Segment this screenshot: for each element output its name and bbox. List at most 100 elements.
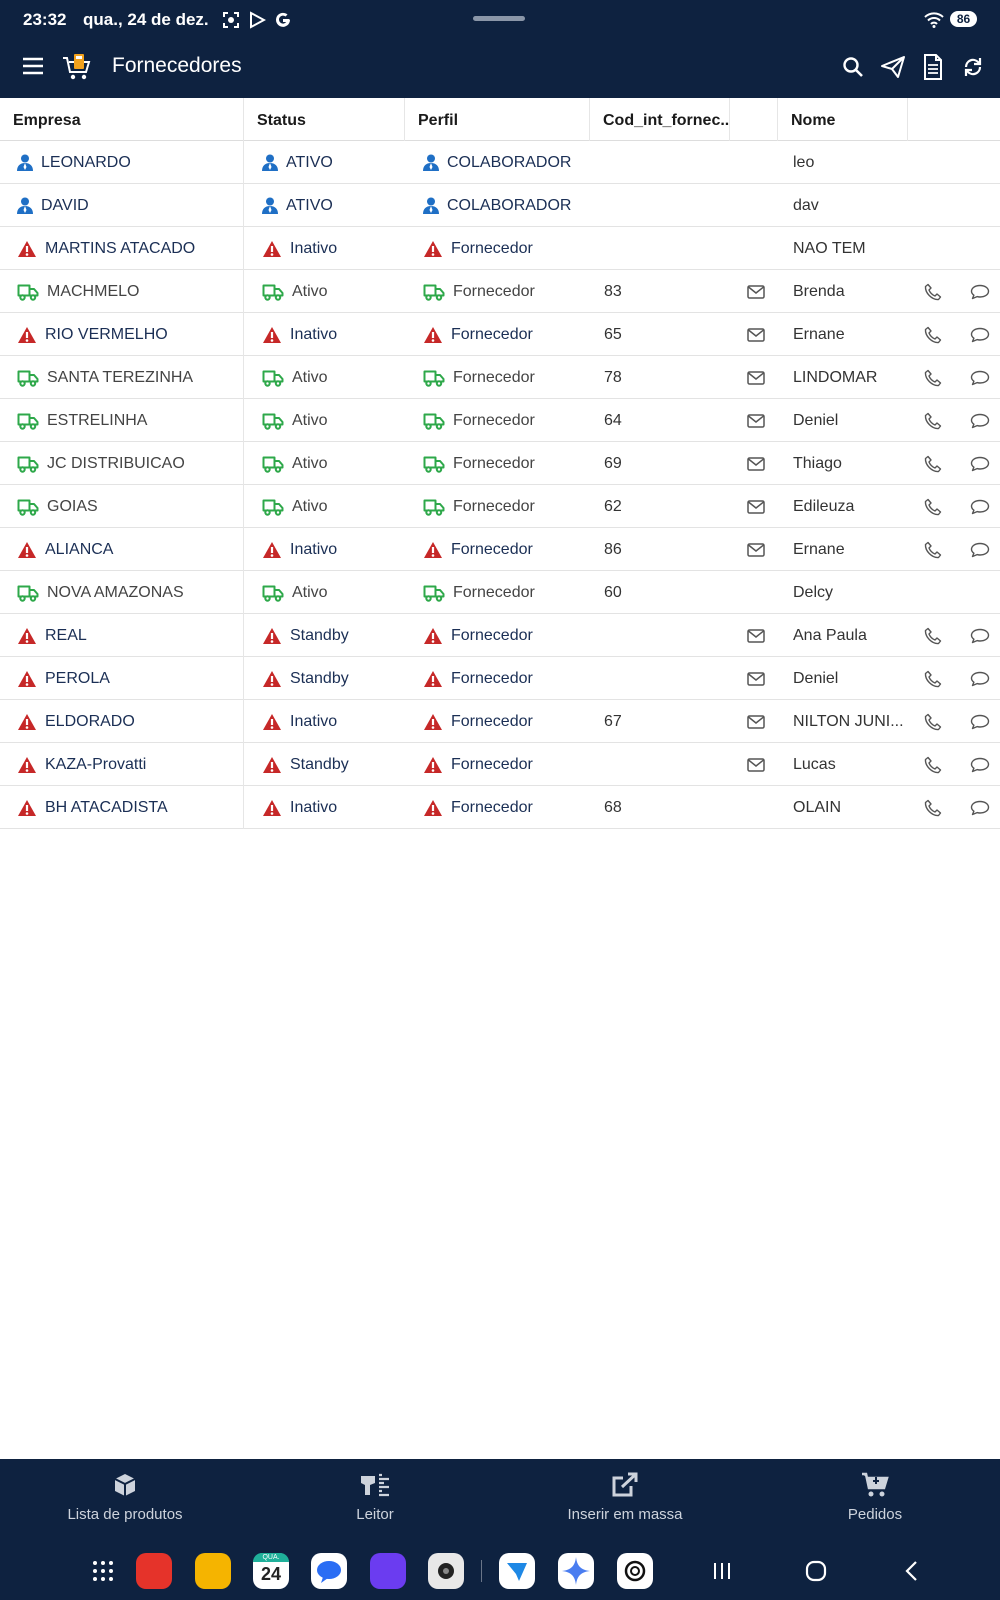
nav-pedidos[interactable]: Pedidos: [750, 1459, 1000, 1544]
cell-status[interactable]: Ativo: [244, 270, 405, 313]
chat-icon[interactable]: [966, 743, 994, 786]
cell-nome[interactable]: Brenda: [780, 270, 905, 313]
table-row[interactable]: MARTINS ATACADO Inativo Fornecedor NAO T…: [0, 227, 1000, 270]
table-row[interactable]: GOIAS Ativo Fornecedor 62 Edileuza: [0, 485, 1000, 528]
cell-nome[interactable]: OLAIN: [780, 786, 905, 829]
table-row[interactable]: ELDORADO Inativo Fornecedor 67 NILTON JU…: [0, 700, 1000, 743]
cell-cod-int[interactable]: 62: [590, 485, 730, 528]
cell-cod-int[interactable]: 60: [590, 571, 730, 614]
email-icon[interactable]: [744, 313, 768, 356]
email-icon[interactable]: [744, 485, 768, 528]
cell-empresa[interactable]: ALIANCA: [0, 528, 244, 571]
cell-empresa[interactable]: DAVID: [0, 184, 244, 227]
cell-cod-int[interactable]: 68: [590, 786, 730, 829]
cell-cod-int[interactable]: 65: [590, 313, 730, 356]
cell-empresa[interactable]: GOIAS: [0, 485, 244, 528]
cell-perfil[interactable]: COLABORADOR: [405, 141, 590, 184]
cell-nome[interactable]: Ana Paula: [780, 614, 905, 657]
cell-empresa[interactable]: JC DISTRIBUICAO: [0, 442, 244, 485]
search-button[interactable]: [840, 52, 866, 82]
cell-status[interactable]: ATIVO: [244, 184, 405, 227]
header-cod-int[interactable]: Cod_int_fornec...: [590, 98, 730, 141]
email-icon[interactable]: [744, 270, 768, 313]
recent-apps-button[interactable]: [712, 1558, 732, 1584]
cell-perfil[interactable]: Fornecedor: [405, 614, 590, 657]
menu-icon[interactable]: [22, 56, 44, 76]
cell-cod-int[interactable]: 86: [590, 528, 730, 571]
table-row[interactable]: SANTA TEREZINHA Ativo Fornecedor 78 LIND…: [0, 356, 1000, 399]
phone-icon[interactable]: [920, 743, 946, 786]
cell-nome[interactable]: Deniel: [780, 657, 905, 700]
cell-empresa[interactable]: REAL: [0, 614, 244, 657]
cell-perfil[interactable]: Fornecedor: [405, 399, 590, 442]
cell-status[interactable]: Inativo: [244, 313, 405, 356]
cell-cod-int[interactable]: 78: [590, 356, 730, 399]
home-button[interactable]: [804, 1558, 828, 1584]
cell-nome[interactable]: Ernane: [780, 313, 905, 356]
table-row[interactable]: ALIANCA Inativo Fornecedor 86 Ernane: [0, 528, 1000, 571]
cell-perfil[interactable]: Fornecedor: [405, 485, 590, 528]
phone-icon[interactable]: [920, 700, 946, 743]
phone-icon[interactable]: [920, 786, 946, 829]
cell-status[interactable]: Inativo: [244, 528, 405, 571]
phone-icon[interactable]: [920, 657, 946, 700]
gemini-app-icon[interactable]: [558, 1553, 594, 1589]
cell-perfil[interactable]: Fornecedor: [405, 743, 590, 786]
chat-icon[interactable]: [966, 528, 994, 571]
cell-perfil[interactable]: Fornecedor: [405, 571, 590, 614]
phone-icon[interactable]: [920, 528, 946, 571]
cell-status[interactable]: Ativo: [244, 442, 405, 485]
phone-icon[interactable]: [920, 399, 946, 442]
email-icon[interactable]: [744, 700, 768, 743]
phone-icon[interactable]: [920, 270, 946, 313]
nav-leitor[interactable]: Leitor: [250, 1459, 500, 1544]
document-button[interactable]: [920, 52, 946, 82]
cell-cod-int[interactable]: 69: [590, 442, 730, 485]
phone-icon[interactable]: [920, 485, 946, 528]
chat-icon[interactable]: [966, 657, 994, 700]
cell-perfil[interactable]: Fornecedor: [405, 528, 590, 571]
chatgpt-app-icon[interactable]: [617, 1553, 653, 1589]
email-icon[interactable]: [744, 356, 768, 399]
chat-icon[interactable]: [966, 700, 994, 743]
browser-app-icon[interactable]: [370, 1553, 406, 1589]
send-button[interactable]: [880, 52, 906, 82]
cell-status[interactable]: Standby: [244, 614, 405, 657]
cell-empresa[interactable]: ELDORADO: [0, 700, 244, 743]
cell-empresa[interactable]: MARTINS ATACADO: [0, 227, 244, 270]
app-drawer-icon[interactable]: [92, 1560, 114, 1582]
chat-icon[interactable]: [966, 485, 994, 528]
cell-perfil[interactable]: Fornecedor: [405, 227, 590, 270]
cell-nome[interactable]: dav: [780, 184, 905, 227]
header-empresa[interactable]: Empresa: [0, 98, 244, 141]
cell-nome[interactable]: Delcy: [780, 571, 905, 614]
cell-status[interactable]: Ativo: [244, 485, 405, 528]
send-app-icon[interactable]: [499, 1553, 535, 1589]
back-button[interactable]: [902, 1558, 922, 1584]
cell-cod-int[interactable]: [590, 614, 730, 657]
table-row[interactable]: PEROLA Standby Fornecedor Deniel: [0, 657, 1000, 700]
nav-lista-de-produtos[interactable]: Lista de produtos: [0, 1459, 250, 1544]
chat-icon[interactable]: [966, 399, 994, 442]
cell-status[interactable]: Ativo: [244, 356, 405, 399]
cell-status[interactable]: ATIVO: [244, 141, 405, 184]
cell-perfil[interactable]: Fornecedor: [405, 442, 590, 485]
cell-empresa[interactable]: RIO VERMELHO: [0, 313, 244, 356]
cell-empresa[interactable]: NOVA AMAZONAS: [0, 571, 244, 614]
phone-icon[interactable]: [920, 356, 946, 399]
cell-perfil[interactable]: COLABORADOR: [405, 184, 590, 227]
cell-status[interactable]: Inativo: [244, 227, 405, 270]
messages-app-icon[interactable]: [311, 1553, 347, 1589]
cell-status[interactable]: Inativo: [244, 700, 405, 743]
cell-perfil[interactable]: Fornecedor: [405, 657, 590, 700]
chat-icon[interactable]: [966, 313, 994, 356]
table-row[interactable]: RIO VERMELHO Inativo Fornecedor 65 Ernan…: [0, 313, 1000, 356]
cell-cod-int[interactable]: [590, 141, 730, 184]
notes-app-icon[interactable]: [136, 1553, 172, 1589]
cell-status[interactable]: Ativo: [244, 399, 405, 442]
calendar-app-icon[interactable]: QUA. 24: [253, 1553, 289, 1589]
cell-status[interactable]: Inativo: [244, 786, 405, 829]
phone-icon[interactable]: [920, 614, 946, 657]
chat-icon[interactable]: [966, 614, 994, 657]
table-row[interactable]: MACHMELO Ativo Fornecedor 83 Brenda: [0, 270, 1000, 313]
